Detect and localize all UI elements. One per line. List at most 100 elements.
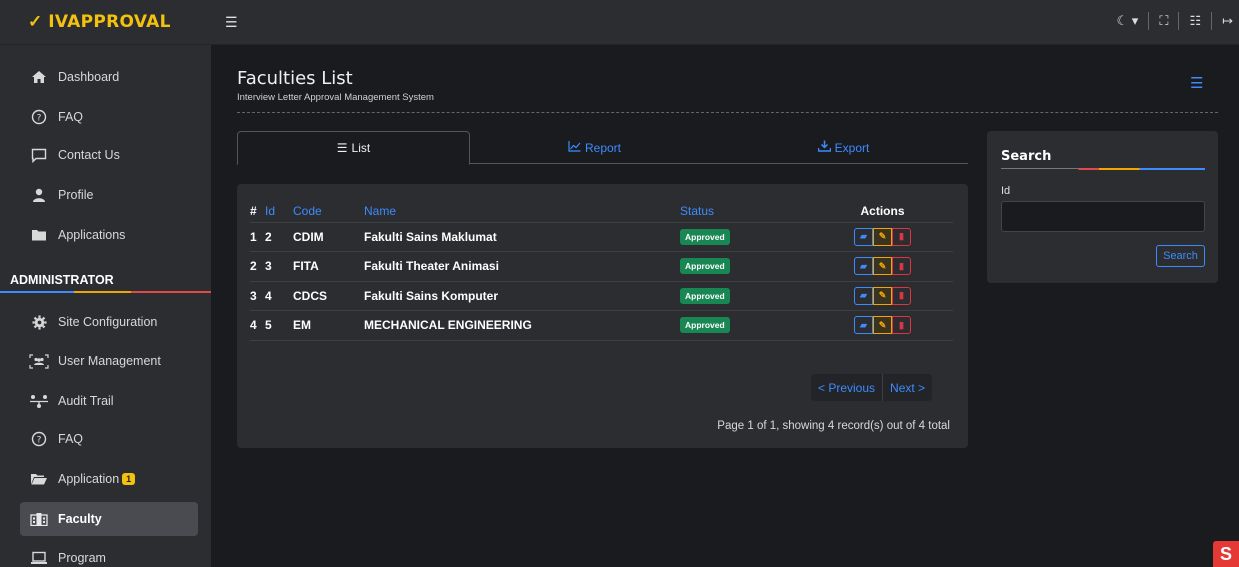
- edit-button[interactable]: ✎: [873, 316, 892, 335]
- column-header-name[interactable]: Name: [364, 200, 680, 222]
- view-button[interactable]: ▰: [854, 316, 873, 335]
- tab-label: Report: [584, 140, 622, 155]
- section-heading-administrator: ADMINISTRATOR: [10, 273, 114, 287]
- logout-icon[interactable]: ↦: [1222, 13, 1233, 29]
- download-icon: [817, 140, 831, 155]
- menu-list-icon[interactable]: ☷: [1189, 13, 1201, 29]
- sidebar-item-faculty[interactable]: Faculty: [20, 502, 198, 536]
- question-circle-icon: ?: [28, 109, 50, 125]
- folder-open-icon: [28, 472, 50, 486]
- sidebar-item-program[interactable]: Program: [20, 541, 198, 567]
- tab-bar: ☰ List Report Export: [237, 131, 968, 165]
- tab-export[interactable]: Export: [719, 131, 968, 164]
- question-circle-icon: ?: [28, 431, 50, 447]
- sidebar-item-dashboard[interactable]: Dashboard: [20, 60, 198, 94]
- folder-open-icon: ▰: [860, 260, 867, 271]
- faculties-table: # Id Code Name Status Actions 1 2 CDIM F…: [250, 200, 953, 341]
- status-badge: Approved: [680, 258, 730, 275]
- view-button[interactable]: ▰: [854, 286, 873, 305]
- gear-icon: [28, 314, 50, 330]
- cell-status: Approved: [680, 310, 812, 341]
- sidebar-item-faq-admin[interactable]: ? FAQ: [20, 422, 198, 456]
- page-menu-icon[interactable]: ☰: [1190, 74, 1203, 92]
- column-header-code[interactable]: Code: [293, 200, 364, 222]
- brand-name: IVAPPROVAL: [48, 12, 171, 32]
- table-header-row: # Id Code Name Status Actions: [250, 200, 953, 222]
- edit-button[interactable]: ✎: [873, 257, 892, 276]
- users-icon: [28, 353, 50, 369]
- user-icon: [28, 188, 50, 203]
- cell-name: Fakulti Sains Maklumat: [364, 221, 680, 252]
- top-toolbar: ☾ ▾ ⛶ ☷ ↦: [1117, 12, 1233, 30]
- sidebar-item-label: Faculty: [58, 512, 102, 526]
- delete-button[interactable]: ▮: [892, 286, 911, 305]
- cell-actions: ▰ ✎ ▮: [812, 280, 953, 311]
- page-subtitle: Interview Letter Approval Management Sys…: [237, 92, 434, 103]
- search-panel: Search Id Search: [987, 131, 1218, 283]
- edit-button[interactable]: ✎: [873, 227, 892, 246]
- column-header-id[interactable]: Id: [265, 200, 293, 222]
- theme-toggle-icon[interactable]: ☾ ▾: [1117, 13, 1139, 29]
- pagination-info: Page 1 of 1, showing 4 record(s) out of …: [717, 420, 950, 432]
- cell-number: 2: [250, 251, 265, 281]
- folder-open-icon: ▰: [860, 319, 867, 330]
- previous-page-button[interactable]: < Previous: [811, 374, 882, 401]
- cell-actions: ▰ ✎ ▮: [812, 310, 953, 341]
- folder-icon: [28, 228, 50, 242]
- section-divider: [0, 291, 211, 293]
- id-search-input[interactable]: [1001, 201, 1205, 232]
- search-button[interactable]: Search: [1156, 245, 1205, 267]
- sidebar-item-application[interactable]: Application 1: [20, 462, 198, 496]
- tab-report[interactable]: Report: [470, 131, 719, 164]
- table-row: 1 2 CDIM Fakulti Sains Maklumat Approved…: [250, 221, 953, 252]
- sidebar-item-contact-us[interactable]: Contact Us: [20, 138, 198, 172]
- title-divider: [237, 112, 1218, 113]
- sidebar-item-applications[interactable]: Applications: [20, 218, 198, 252]
- column-header-number: #: [250, 203, 257, 218]
- delete-button[interactable]: ▮: [892, 316, 911, 335]
- list-icon: ☰: [336, 141, 348, 155]
- column-header-status[interactable]: Status: [680, 200, 812, 222]
- cell-id: 4: [265, 280, 293, 311]
- divider: [1148, 12, 1150, 30]
- corner-logo-icon[interactable]: S: [1213, 541, 1239, 567]
- cell-status: Approved: [680, 280, 812, 311]
- cell-code: CDIM: [293, 221, 364, 252]
- cell-code: CDCS: [293, 280, 364, 311]
- sidebar-item-label: FAQ: [58, 110, 84, 124]
- status-badge: Approved: [680, 317, 730, 334]
- sidebar-item-label: Program: [58, 551, 106, 565]
- brand-logo[interactable]: ✓ IVAPPROVAL: [0, 0, 211, 45]
- cell-id: 5: [265, 310, 293, 341]
- sidebar-item-label: FAQ: [58, 432, 84, 446]
- sidebar-item-label: Audit Trail: [58, 394, 114, 408]
- laptop-icon: [28, 551, 50, 565]
- home-icon: [28, 70, 50, 84]
- chat-icon: [28, 148, 50, 163]
- svg-text:?: ?: [37, 436, 42, 446]
- edit-icon: ✎: [878, 290, 887, 301]
- tab-list[interactable]: ☰ List: [237, 131, 470, 165]
- page-title: Faculties List: [237, 68, 353, 89]
- status-badge: Approved: [680, 228, 730, 245]
- cell-id: 2: [265, 221, 293, 252]
- cell-number: 4: [250, 310, 265, 341]
- sidebar-item-faq[interactable]: ? FAQ: [20, 100, 198, 134]
- sidebar-toggle-icon[interactable]: ☰: [225, 14, 238, 31]
- sidebar-item-audit-trail[interactable]: Audit Trail: [20, 384, 198, 418]
- cell-id: 3: [265, 251, 293, 281]
- sidebar-item-profile[interactable]: Profile: [20, 178, 198, 212]
- delete-button[interactable]: ▮: [892, 257, 911, 276]
- edit-button[interactable]: ✎: [873, 286, 892, 305]
- view-button[interactable]: ▰: [854, 227, 873, 246]
- table-row: 2 3 FITA Fakulti Theater Animasi Approve…: [250, 251, 953, 281]
- delete-button[interactable]: ▮: [892, 227, 911, 246]
- cell-code: FITA: [293, 251, 364, 281]
- sidebar-item-user-management[interactable]: User Management: [20, 344, 198, 378]
- sidebar-item-label: User Management: [58, 354, 161, 368]
- next-page-button[interactable]: Next >: [883, 374, 932, 401]
- view-button[interactable]: ▰: [854, 257, 873, 276]
- check-logo-icon: ✓: [28, 12, 43, 31]
- sidebar-item-site-configuration[interactable]: Site Configuration: [20, 305, 198, 339]
- fullscreen-icon[interactable]: ⛶: [1159, 13, 1168, 29]
